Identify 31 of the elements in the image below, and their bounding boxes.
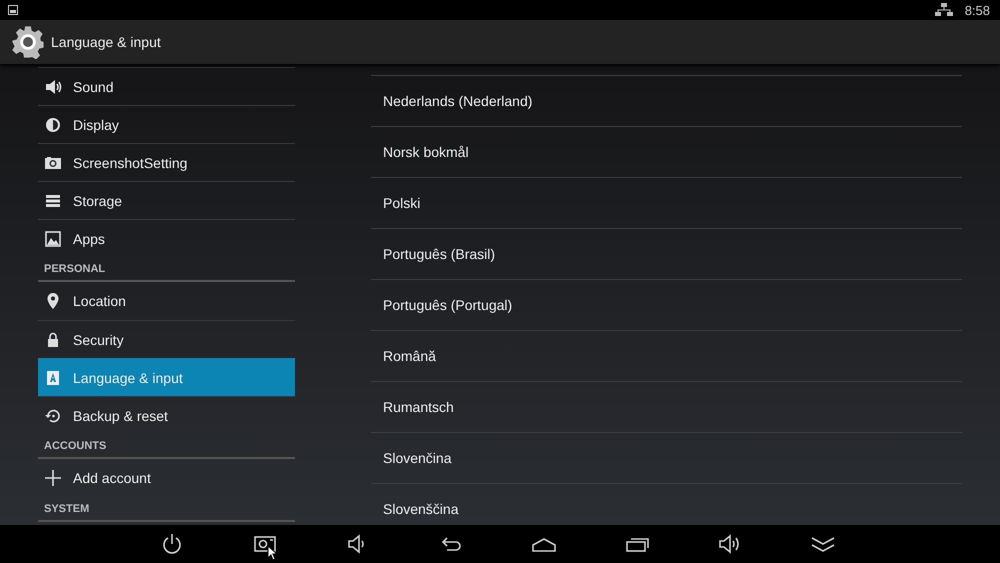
brightness-icon bbox=[44, 116, 62, 134]
language-item[interactable]: Português (Portugal) bbox=[371, 279, 962, 330]
image-icon bbox=[44, 230, 62, 248]
sidebar-item[interactable]: Backup & reset bbox=[38, 396, 295, 434]
section-header: PERSONAL bbox=[44, 262, 106, 274]
sidebar-item[interactable]: Apps bbox=[38, 219, 295, 257]
sidebar-item[interactable]: ScreenshotSetting bbox=[38, 143, 295, 181]
sidebar-item[interactable]: Location bbox=[38, 282, 295, 320]
sidebar-item[interactable]: Sound bbox=[38, 67, 295, 105]
language-item[interactable]: Nederlands (Nederland) bbox=[371, 75, 962, 126]
network-icon bbox=[934, 3, 953, 17]
sidebar-item[interactable]: Storage bbox=[38, 181, 295, 219]
language-item[interactable]: Română bbox=[371, 330, 962, 381]
section-header: ACCOUNTS bbox=[44, 440, 106, 452]
section-header: SYSTEM bbox=[44, 502, 90, 514]
language-item[interactable]: Slovenčina bbox=[371, 432, 962, 483]
keyboard-letter-icon bbox=[44, 368, 62, 386]
settings-icon[interactable] bbox=[11, 25, 45, 59]
language-item[interactable]: Polski bbox=[371, 177, 962, 228]
clock: 8:58 bbox=[964, 2, 990, 18]
screen-title: Language & input bbox=[51, 34, 161, 50]
language-item[interactable]: Rumantsch bbox=[371, 381, 962, 432]
plus-icon bbox=[44, 469, 62, 487]
sidebar-item[interactable]: Add account bbox=[38, 459, 295, 497]
screenshot-icon[interactable] bbox=[252, 533, 278, 555]
gallery-icon bbox=[8, 5, 18, 15]
language-item[interactable]: Norsk bokmål bbox=[371, 126, 962, 177]
speaker-icon bbox=[44, 78, 62, 96]
sidebar-item[interactable]: Display bbox=[38, 105, 295, 143]
language-item[interactable]: Português (Brasil) bbox=[371, 228, 962, 279]
sidebar-item[interactable]: Language & input bbox=[38, 358, 295, 396]
